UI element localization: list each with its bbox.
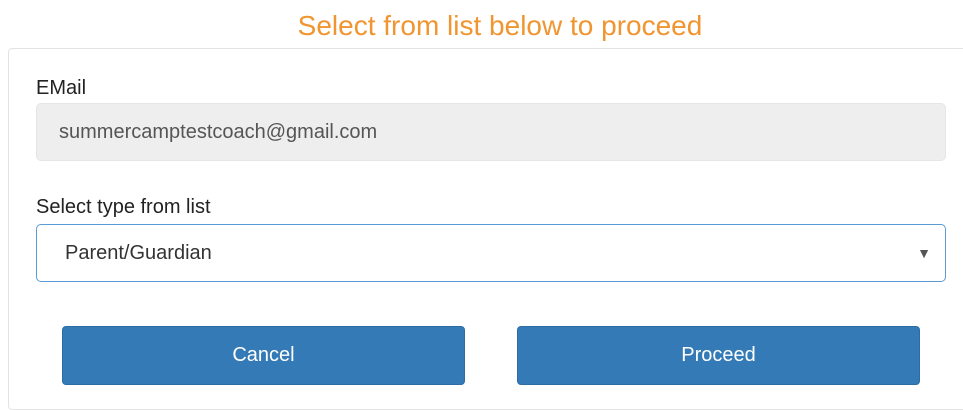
email-label: EMail bbox=[36, 77, 87, 99]
cancel-button[interactable]: Cancel bbox=[62, 326, 465, 385]
chevron-down-icon: ▼ bbox=[917, 245, 931, 261]
proceed-button[interactable]: Proceed bbox=[517, 326, 920, 385]
page-heading: Select from list below to proceed bbox=[297, 10, 703, 41]
type-select-value: Parent/Guardian bbox=[65, 242, 212, 264]
type-label: Select type from list bbox=[36, 196, 211, 218]
email-field[interactable]: summercamptestcoach@gmail.com bbox=[36, 103, 946, 161]
type-select[interactable]: Parent/Guardian ▼ bbox=[36, 224, 946, 282]
